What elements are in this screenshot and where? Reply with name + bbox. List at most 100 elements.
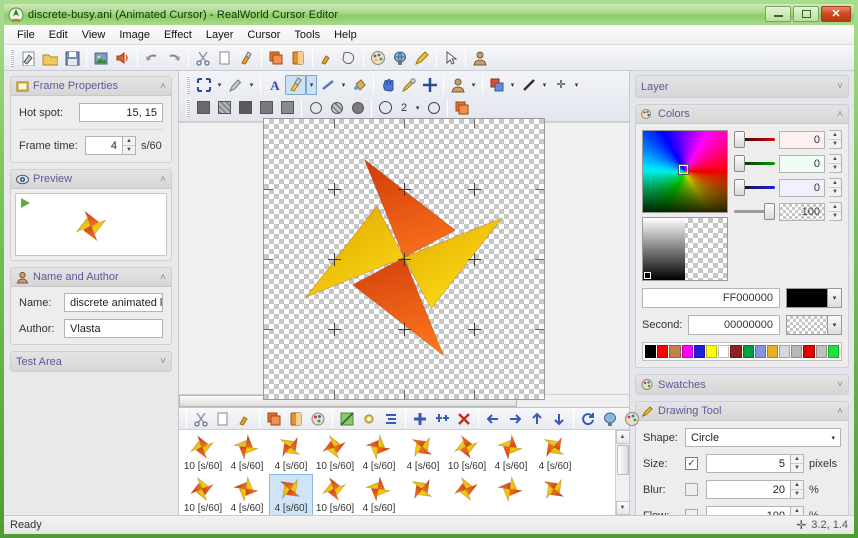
frametime-stepper[interactable]: ▲ ▼ xyxy=(123,136,136,155)
collapse-icon[interactable]: ˄ xyxy=(837,406,843,417)
color-swatch[interactable] xyxy=(815,345,827,358)
globe-frame-icon[interactable] xyxy=(599,408,621,430)
blend-mode-hatch[interactable] xyxy=(214,98,235,118)
frames-vscrollbar[interactable]: ▲ ▼ xyxy=(615,430,629,515)
expand-icon[interactable]: ˅ xyxy=(837,81,843,92)
scroll-down-button[interactable]: ▼ xyxy=(615,501,629,515)
color-swatch[interactable] xyxy=(779,345,791,358)
sort-icon[interactable] xyxy=(380,408,402,430)
layers-toggle-icon[interactable] xyxy=(451,98,472,118)
green-slider-knob[interactable] xyxy=(734,155,745,172)
blend-mode-dark[interactable] xyxy=(235,98,256,118)
hotspot-icon[interactable] xyxy=(419,75,440,95)
second-color-button[interactable]: ▾ xyxy=(786,315,842,335)
chevron-down-icon[interactable]: ▾ xyxy=(412,98,423,118)
alpha-stepper[interactable]: ▲ ▼ xyxy=(829,202,842,221)
size-input[interactable]: 5 xyxy=(706,454,791,473)
paste-frame-icon[interactable] xyxy=(234,408,256,430)
green-stepper[interactable]: ▲ ▼ xyxy=(829,154,842,173)
collapse-icon[interactable]: ˄ xyxy=(837,109,843,120)
alpha-gradient[interactable] xyxy=(642,217,728,281)
tip-shape-circle-outline[interactable] xyxy=(305,98,326,118)
palette-icon[interactable] xyxy=(367,47,389,69)
frame-thumbnail[interactable]: 10 [s/60] xyxy=(313,474,357,515)
color-swatch[interactable] xyxy=(766,345,779,358)
blur-input[interactable]: 20 xyxy=(706,480,791,499)
menu-item-image[interactable]: Image xyxy=(112,27,157,43)
frame-thumbnail[interactable]: 4 [s/60] xyxy=(357,474,401,515)
import-image-icon[interactable] xyxy=(90,47,112,69)
frame-thumbnail[interactable]: 4 [s/60] xyxy=(357,432,401,474)
frame-thumbnail[interactable]: 10 [s/60] xyxy=(181,474,225,515)
move-up-icon[interactable] xyxy=(526,408,548,430)
play-icon[interactable] xyxy=(21,198,30,208)
frame-properties-header[interactable]: Frame Properties ˄ xyxy=(11,77,171,96)
chevron-down-icon[interactable]: ▾ xyxy=(827,289,841,307)
color-swatch[interactable] xyxy=(645,345,657,358)
hand-icon[interactable] xyxy=(377,75,398,95)
scrollbar-thumb[interactable] xyxy=(616,445,629,475)
new-icon[interactable] xyxy=(17,47,39,69)
size-stepper[interactable]: ▲ ▼ xyxy=(791,454,804,473)
green-slider-track[interactable] xyxy=(734,155,775,172)
flip-frame-icon[interactable] xyxy=(285,408,307,430)
stroke-icon[interactable] xyxy=(518,75,539,95)
alpha-cursor[interactable] xyxy=(644,272,651,279)
frame-thumbnail[interactable]: 4 [s/60] xyxy=(489,432,533,474)
sparkle-icon[interactable]: ✛ xyxy=(550,75,571,95)
effects-icon[interactable] xyxy=(336,408,358,430)
red-value-input[interactable]: 0 xyxy=(779,130,825,149)
color-swatch[interactable] xyxy=(718,345,730,358)
chevron-down-icon[interactable]: ▾ xyxy=(338,75,349,95)
toolbar-grip[interactable] xyxy=(186,98,190,117)
blue-slider-track[interactable] xyxy=(734,179,775,196)
frametime-input[interactable]: 4 xyxy=(85,136,123,155)
colors-header[interactable]: Colors ˄ xyxy=(636,105,848,124)
color-swatch[interactable] xyxy=(791,345,803,358)
tip-size-shape-icon[interactable] xyxy=(375,98,396,118)
brush-icon[interactable] xyxy=(285,74,306,95)
collapse-icon[interactable]: ˄ xyxy=(160,174,166,185)
author-input[interactable]: Vlasta xyxy=(64,319,163,338)
menu-item-layer[interactable]: Layer xyxy=(199,27,241,43)
select-icon[interactable] xyxy=(338,47,360,69)
text-icon[interactable]: A xyxy=(264,75,285,95)
color-swatch[interactable] xyxy=(669,345,681,358)
chevron-down-icon[interactable]: ▾ xyxy=(214,75,225,95)
frame-thumbnail[interactable]: 4 [s/60] xyxy=(533,432,577,474)
blue-value-input[interactable]: 0 xyxy=(779,178,825,197)
fill-icon[interactable] xyxy=(316,47,338,69)
frame-thumbnail[interactable] xyxy=(401,474,445,515)
chevron-down-icon[interactable]: ▾ xyxy=(827,316,841,334)
color-cursor[interactable] xyxy=(679,165,688,174)
frame-thumbnail[interactable]: 10 [s/60] xyxy=(181,432,225,474)
bucket-icon[interactable] xyxy=(349,75,370,95)
copy-frame-icon[interactable] xyxy=(212,408,234,430)
blue-slider-knob[interactable] xyxy=(734,179,745,196)
swatches-header[interactable]: Swatches ˅ xyxy=(636,375,848,394)
collapse-icon[interactable]: ˄ xyxy=(160,81,166,92)
expand-icon[interactable]: ˅ xyxy=(837,379,843,390)
second-hex-input[interactable]: 00000000 xyxy=(688,315,780,335)
tip-shape-circle-filled[interactable] xyxy=(347,98,368,118)
preview-header[interactable]: Preview ˄ xyxy=(11,170,171,189)
primary-hex-input[interactable]: FF000000 xyxy=(642,288,780,308)
toolbar-grip[interactable] xyxy=(186,409,187,428)
test-area-header[interactable]: Test Area ˅ xyxy=(11,352,171,371)
maximize-button[interactable] xyxy=(793,6,819,22)
chevron-down-icon[interactable]: ▾ xyxy=(507,75,518,95)
menu-item-view[interactable]: View xyxy=(75,27,113,43)
move-left-icon[interactable] xyxy=(482,408,504,430)
alpha-slider-knob[interactable] xyxy=(764,203,775,220)
primary-color-button[interactable]: ▾ xyxy=(786,288,842,308)
duplicate-frame-icon[interactable] xyxy=(263,408,285,430)
blend-mode-solid[interactable] xyxy=(193,98,214,118)
cut-icon[interactable] xyxy=(192,47,214,69)
frame-thumbnail[interactable]: 4 [s/60] xyxy=(269,474,313,515)
collapse-icon[interactable]: ˄ xyxy=(160,272,166,283)
pencil-icon[interactable] xyxy=(225,75,246,95)
color-swatch[interactable] xyxy=(681,345,693,358)
red-stepper[interactable]: ▲ ▼ xyxy=(829,130,842,149)
shape-select[interactable]: Circle ▾ xyxy=(685,428,841,447)
green-value-input[interactable]: 0 xyxy=(779,154,825,173)
